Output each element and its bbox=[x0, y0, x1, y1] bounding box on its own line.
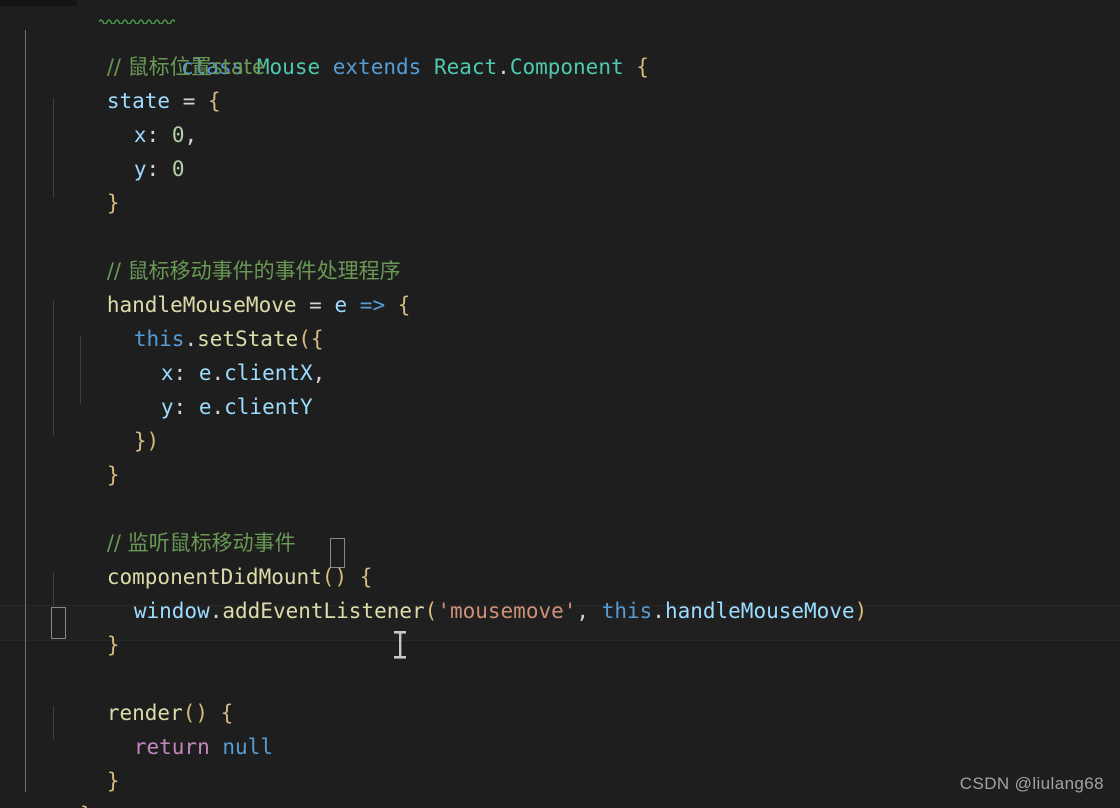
code-line-5[interactable]: y: 0 bbox=[0, 118, 1120, 181]
code-line-14[interactable]: } bbox=[0, 424, 1120, 487]
csdn-watermark: CSDN @liulang68 bbox=[959, 774, 1104, 793]
code-line-21[interactable]: render() { bbox=[0, 662, 1120, 725]
code-line-23[interactable]: } bbox=[0, 730, 1120, 793]
token-brace-close-class: } bbox=[80, 803, 93, 808]
code-line-1[interactable]: class Mouse extends React.Component { bbox=[0, 0, 1120, 79]
code-line-15-blank[interactable] bbox=[0, 458, 1120, 492]
code-line-19[interactable]: } bbox=[0, 594, 1120, 657]
code-line-17[interactable]: componentDidMount() { bbox=[0, 526, 1120, 589]
code-line-20-blank[interactable] bbox=[0, 628, 1120, 662]
mouse-ibeam-cursor bbox=[393, 631, 407, 663]
code-line-6[interactable]: } bbox=[0, 152, 1120, 215]
code-line-12[interactable]: y: e.clientY bbox=[0, 356, 1120, 419]
code-line-3[interactable]: state = { bbox=[0, 50, 1120, 113]
code-line-2[interactable]: // 鼠标位置state bbox=[0, 16, 1120, 79]
code-line-18[interactable]: window.addEventListener('mousemove', thi… bbox=[0, 560, 1120, 623]
code-line-10[interactable]: this.setState({ bbox=[0, 288, 1120, 351]
code-line-13[interactable]: }) bbox=[0, 390, 1120, 453]
code-line-7-blank[interactable] bbox=[0, 186, 1120, 220]
code-line-9[interactable]: handleMouseMove = e => { bbox=[0, 254, 1120, 317]
code-line-4[interactable]: x: 0, bbox=[0, 84, 1120, 147]
code-line-16[interactable]: // 监听鼠标移动事件 bbox=[0, 492, 1120, 555]
code-editor-viewport[interactable]: class Mouse extends React.Component { //… bbox=[0, 0, 1120, 808]
code-line-24[interactable]: } bbox=[0, 764, 1120, 808]
code-line-8[interactable]: // 鼠标移动事件的事件处理程序 bbox=[0, 220, 1120, 283]
code-line-22[interactable]: return null bbox=[0, 696, 1120, 759]
code-lines-layer: class Mouse extends React.Component { //… bbox=[0, 0, 1120, 808]
code-line-11[interactable]: x: e.clientX, bbox=[0, 322, 1120, 385]
